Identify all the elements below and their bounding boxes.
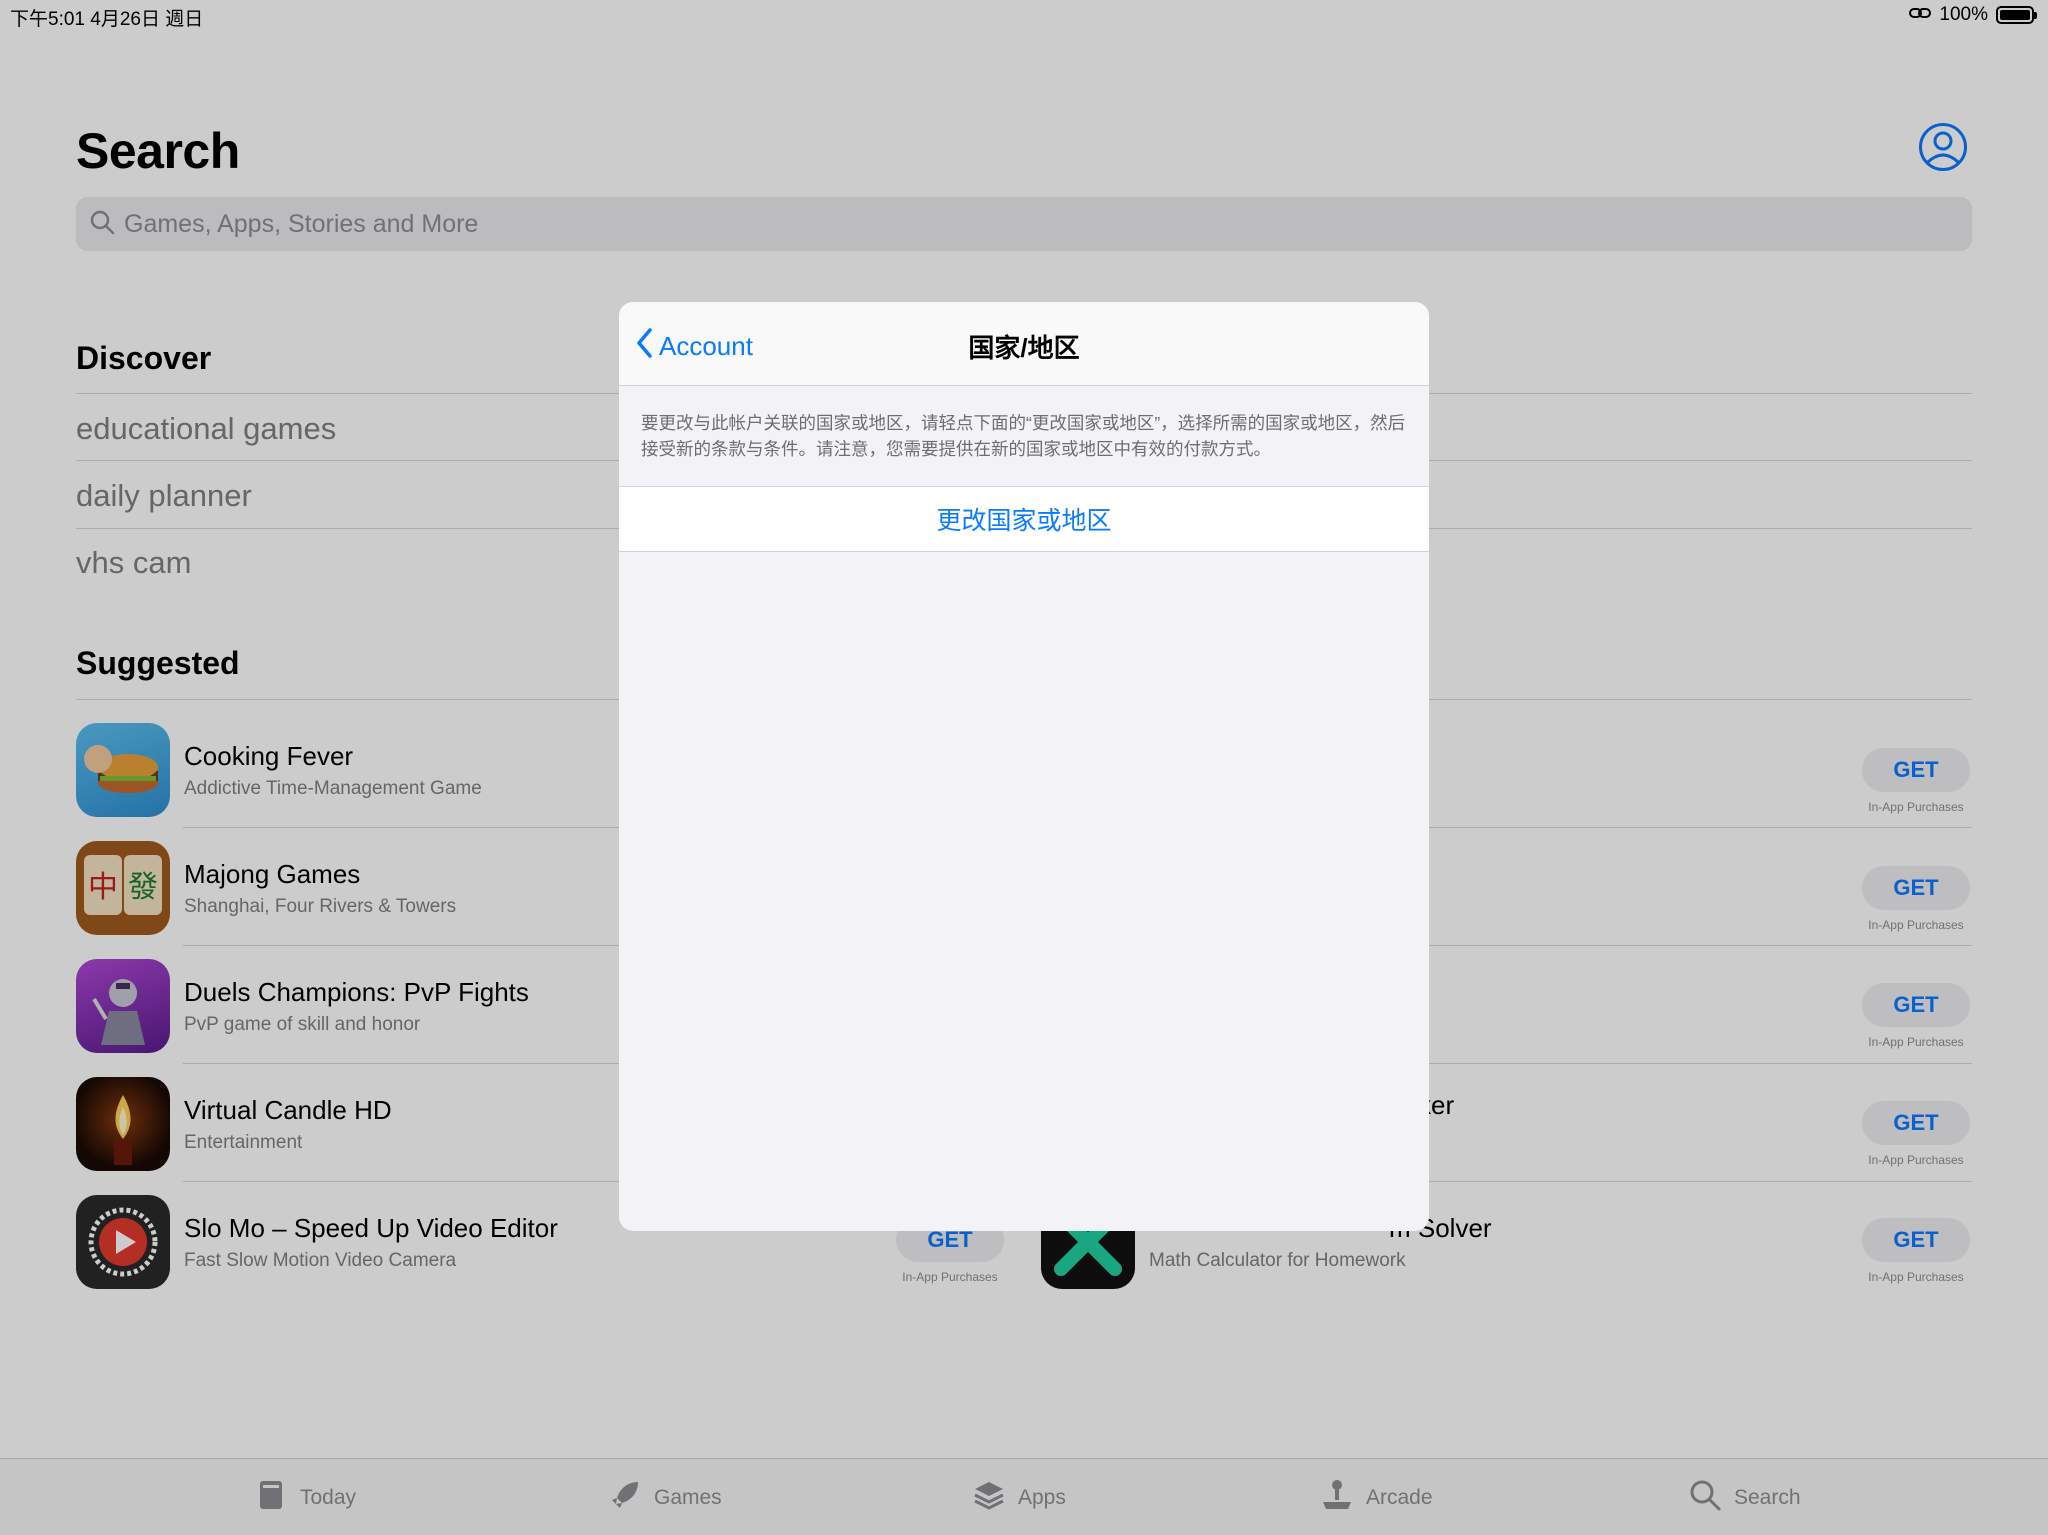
country-region-sheet: Account 国家/地区 要更改与此帐户关联的国家或地区，请轻点下面的“更改国… [619, 302, 1429, 1231]
change-country-button[interactable]: 更改国家或地区 [936, 501, 1111, 537]
modal-header: Account 国家/地区 [619, 302, 1429, 386]
change-country-cell: 更改国家或地区 [619, 486, 1429, 552]
modal-title: 国家/地区 [968, 333, 1080, 363]
modal-description: 要更改与此帐户关联的国家或地区，请轻点下面的“更改国家或地区”，选择所需的国家或… [641, 413, 1406, 459]
